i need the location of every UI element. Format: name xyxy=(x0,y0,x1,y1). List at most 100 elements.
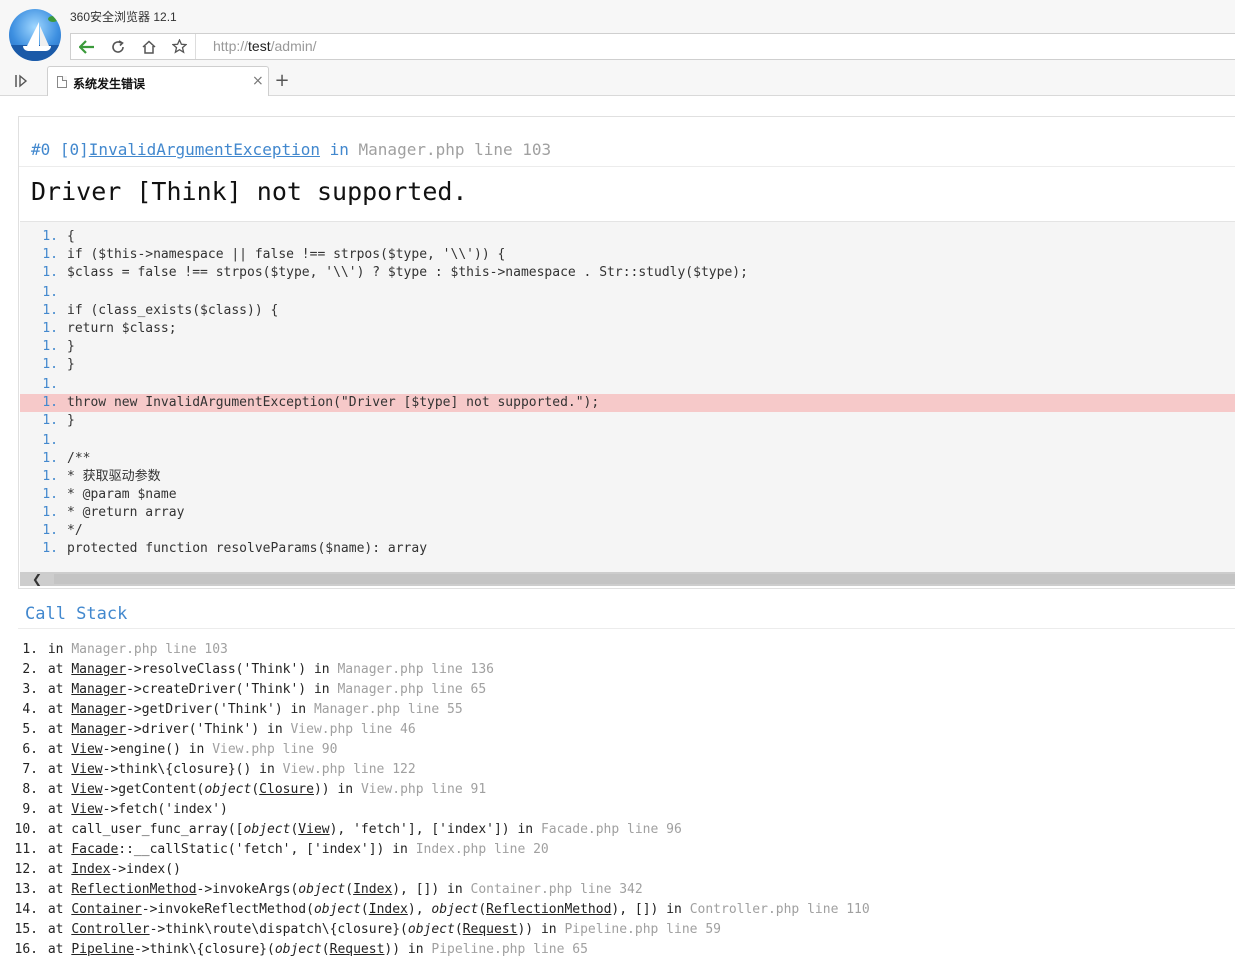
code-line: 1. */ xyxy=(20,522,1235,540)
code-text: return $class; xyxy=(67,321,177,336)
code-text: protected function resolveParams($name):… xyxy=(67,541,428,556)
type-label: object xyxy=(313,902,361,917)
favorite-button[interactable] xyxy=(164,34,195,59)
type-label: object xyxy=(298,882,346,897)
class-link[interactable]: View xyxy=(71,762,102,777)
class-link[interactable]: Manager xyxy=(71,722,126,737)
scrollbar-track[interactable] xyxy=(54,574,1235,584)
line-number: 1. xyxy=(42,229,58,244)
code-text: * @param $name xyxy=(67,487,177,502)
back-arrow-icon xyxy=(78,39,94,54)
tab-current[interactable]: 系统发生错误 × xyxy=(47,66,269,96)
file-location: View.php line 122 xyxy=(282,762,416,777)
class-link[interactable]: Request xyxy=(463,922,518,937)
class-link[interactable]: Closure xyxy=(259,782,314,797)
call-stack-item: 10. at call_user_func_array([object(View… xyxy=(0,820,682,840)
error-code-line: 1. throw new InvalidArgumentException("Dr… xyxy=(20,394,1235,412)
class-link[interactable]: Request xyxy=(330,942,385,957)
code-line: 1. if (class_exists($class)) { xyxy=(20,302,1235,320)
sidebar-toggle-button[interactable] xyxy=(12,72,30,90)
class-link[interactable]: Manager xyxy=(71,662,126,677)
horizontal-scrollbar[interactable]: ❮ xyxy=(20,572,1235,586)
call-stack-item: 3. at Manager->createDriver('Think') in … xyxy=(0,680,486,700)
class-link[interactable]: Index xyxy=(369,902,408,917)
stack-text: at xyxy=(47,842,72,857)
line-number: 1. xyxy=(42,487,58,502)
stack-text: ), xyxy=(407,902,432,917)
stack-text: ->getContent( xyxy=(102,782,205,797)
back-button[interactable] xyxy=(71,34,102,59)
call-stack-item: 12. at Index->index() xyxy=(0,860,181,880)
line-number: 1. xyxy=(42,413,58,428)
stack-text: ( xyxy=(360,902,369,917)
code-text: } xyxy=(67,413,75,428)
class-link[interactable]: View xyxy=(71,742,102,757)
class-link[interactable]: Manager xyxy=(71,682,126,697)
stack-number: 11. xyxy=(14,842,38,857)
stack-number: 2. xyxy=(22,662,38,677)
call-stack-item: 11. at Facade::__callStatic('fetch', ['i… xyxy=(0,840,549,860)
stack-number: 10. xyxy=(14,822,38,837)
stack-text: at xyxy=(47,682,72,697)
stack-text: ), []) in xyxy=(611,902,690,917)
class-link[interactable]: Pipeline xyxy=(71,942,134,957)
class-link[interactable]: Index xyxy=(71,862,110,877)
code-text: if ($this->namespace || false !== strpos… xyxy=(67,247,506,262)
file-location: Pipeline.php line 65 xyxy=(431,942,588,957)
class-link[interactable]: Controller xyxy=(71,922,149,937)
stack-text: )) in xyxy=(517,922,565,937)
call-stack-item: 13. at ReflectionMethod->invokeArgs(obje… xyxy=(0,880,643,900)
line-number: 1. xyxy=(42,395,58,410)
stack-number: 4. xyxy=(22,702,38,717)
class-link[interactable]: Container xyxy=(71,902,141,917)
line-number: 1. xyxy=(42,433,58,448)
class-link[interactable]: Index xyxy=(353,882,392,897)
class-link[interactable]: ReflectionMethod xyxy=(486,902,611,917)
tab-close-icon[interactable]: × xyxy=(252,73,264,89)
refresh-button[interactable] xyxy=(102,34,133,59)
page-icon xyxy=(57,76,67,88)
stack-text: ( xyxy=(478,902,487,917)
url-protocol: http:// xyxy=(213,38,249,54)
browser-logo-icon[interactable] xyxy=(9,9,61,61)
class-link[interactable]: Facade xyxy=(71,842,118,857)
line-number: 1. xyxy=(42,303,58,318)
scroll-left-icon[interactable]: ❮ xyxy=(32,572,42,586)
stack-text: ( xyxy=(345,882,354,897)
stack-text: ->index() xyxy=(110,862,181,877)
class-link[interactable]: ReflectionMethod xyxy=(71,882,196,897)
code-line: 1. xyxy=(20,284,1235,302)
address-bar[interactable]: http://test/admin/ xyxy=(213,38,317,54)
class-link[interactable]: Manager xyxy=(71,702,126,717)
class-link[interactable]: View xyxy=(298,822,329,837)
code-line: 1. /** xyxy=(20,450,1235,468)
call-stack-item: 4. at Manager->getDriver('Think') in Man… xyxy=(0,700,463,720)
call-stack-item: 5. at Manager->driver('Think') in View.p… xyxy=(0,720,415,740)
stack-text: at xyxy=(47,782,72,797)
call-stack-item: 1. in Manager.php line 103 xyxy=(0,640,228,660)
class-link[interactable]: View xyxy=(71,802,102,817)
code-text: */ xyxy=(67,523,83,538)
stack-text: in xyxy=(47,642,72,657)
stack-text: ->createDriver('Think') in xyxy=(126,682,338,697)
stack-text: ( xyxy=(251,782,260,797)
home-button[interactable] xyxy=(133,34,164,59)
stack-text: ->engine() in xyxy=(102,742,213,757)
navigation-bar: http://test/admin/ xyxy=(70,33,1235,60)
stack-text: at xyxy=(47,702,72,717)
line-number: 1. xyxy=(42,357,58,372)
line-number: 1. xyxy=(42,321,58,336)
new-tab-button[interactable]: + xyxy=(271,70,293,92)
tab-title: 系统发生错误 xyxy=(73,77,146,91)
type-label: object xyxy=(204,782,252,797)
browser-chrome: 360安全浏览器 12.1 http://test/admin/ 系统发生错误 … xyxy=(0,0,1235,96)
code-line: 1. { xyxy=(20,228,1235,246)
class-link[interactable]: View xyxy=(71,782,102,797)
url-path: /admin/ xyxy=(270,38,317,54)
exception-in-label: in xyxy=(329,140,349,159)
stack-text: at call_user_func_array([ xyxy=(47,822,244,837)
code-line: 1.} xyxy=(20,356,1235,374)
file-location: Manager.php line 55 xyxy=(313,702,463,717)
exception-class-link[interactable]: InvalidArgumentException xyxy=(89,140,320,159)
source-code-viewer[interactable]: 1. {1. if ($this->namespace || false !== s… xyxy=(20,221,1235,573)
